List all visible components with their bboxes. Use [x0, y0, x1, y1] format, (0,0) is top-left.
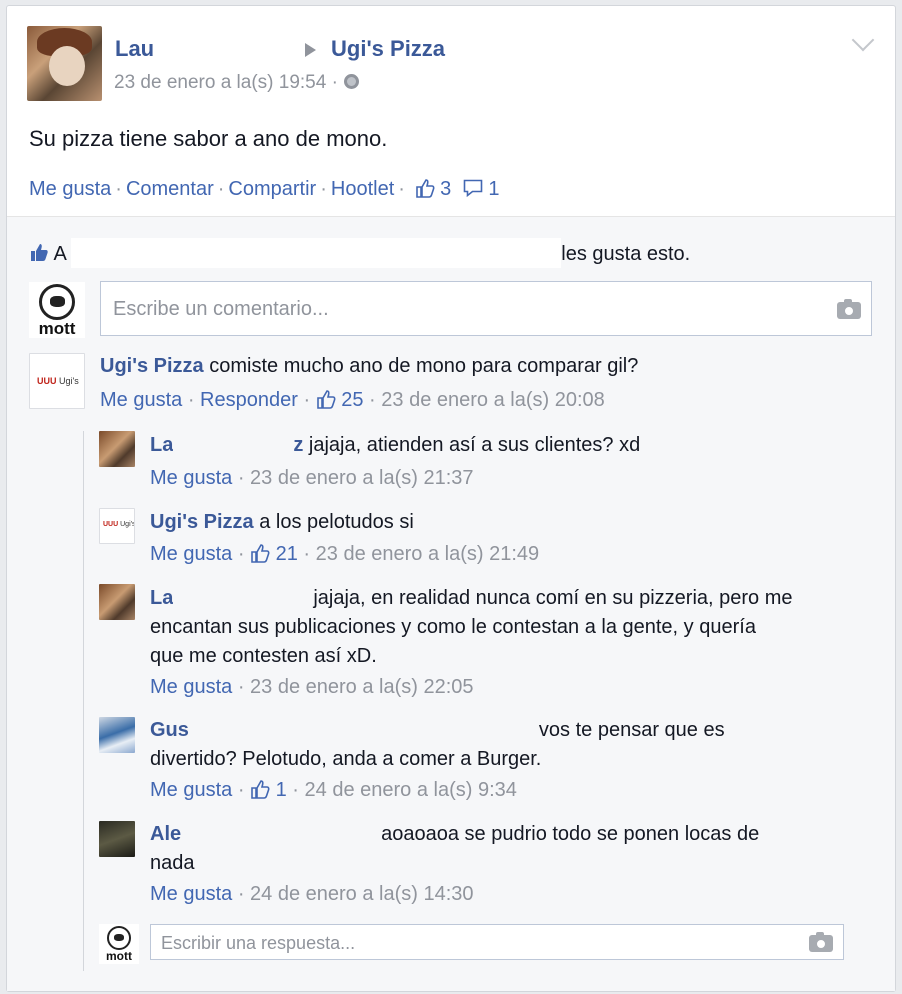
reply-thread-rail: [83, 431, 84, 971]
globe-icon: [343, 74, 359, 89]
reply-avatar[interactable]: [99, 821, 135, 857]
reply-timestamp[interactable]: 23 de enero a la(s) 21:49: [316, 543, 540, 565]
reply-like-link[interactable]: Me gusta: [150, 467, 232, 489]
reply-like-count[interactable]: 21: [276, 543, 298, 565]
reply-timestamp[interactable]: 23 de enero a la(s) 22:05: [250, 676, 474, 698]
comment-timestamp[interactable]: 23 de enero a la(s) 20:08: [381, 389, 605, 411]
like-badge-icon: [31, 244, 48, 261]
like-button[interactable]: Me gusta: [29, 178, 111, 200]
camera-icon[interactable]: [809, 932, 833, 952]
reply-input[interactable]: Escribir una respuesta...: [150, 924, 844, 960]
camera-icon[interactable]: [837, 299, 861, 319]
reply-meta: Me gusta · 23 de enero a la(s) 22:05: [150, 676, 474, 698]
reply-like-count[interactable]: 1: [276, 779, 287, 801]
comment-bubble-icon[interactable]: [463, 178, 483, 198]
reply-author[interactable]: Ale: [150, 823, 181, 845]
redacted-likers: [71, 238, 562, 268]
reply-link[interactable]: Responder: [200, 389, 298, 411]
redacted-name: [173, 584, 314, 610]
post-timestamp[interactable]: 23 de enero a la(s) 19:54 ·: [114, 72, 359, 94]
share-button[interactable]: Compartir: [228, 178, 316, 200]
post-card: Lau Ugi's Pizza 23 de enero a la(s) 19:5…: [6, 5, 896, 992]
reply-body: La jajaja, en realidad nunca comí en su p…: [150, 584, 793, 671]
reply-author[interactable]: La: [150, 434, 173, 456]
reply-body: Ale aoaoaoa se pudrio todo se ponen locas…: [150, 820, 759, 878]
thumbs-up-icon[interactable]: [250, 779, 270, 799]
reply-body: Gus vos te pensar que es divertido? Pelot…: [150, 716, 725, 774]
reply-author[interactable]: Gus: [150, 719, 189, 741]
reply-avatar[interactable]: [99, 431, 135, 467]
ugi-avatar[interactable]: UUU Ugi's: [99, 508, 135, 544]
likes-summary: A les gusta esto.: [29, 238, 690, 268]
comment-body: Ugi's Pizza comiste mucho ano de mono pa…: [100, 355, 639, 377]
post-author-name[interactable]: Lau: [115, 36, 154, 62]
redacted-name: [173, 431, 294, 457]
comment-author[interactable]: Ugi's Pizza: [100, 355, 204, 377]
reply-author[interactable]: Ugi's Pizza: [150, 511, 254, 533]
thumbs-up-icon[interactable]: [250, 543, 270, 563]
reply-like-link[interactable]: Me gusta: [150, 543, 232, 565]
reply-like-link[interactable]: Me gusta: [150, 676, 232, 698]
author-avatar[interactable]: [27, 26, 102, 101]
reply-body: La z jajaja, atienden así a sus clientes?…: [150, 431, 640, 460]
redacted-name: [188, 716, 539, 742]
post-actions: Me gusta · Comentar · Compartir · Hootlet · 3 1: [29, 178, 500, 200]
redacted-name: [157, 34, 297, 68]
reply-avatar[interactable]: [99, 584, 135, 620]
hootlet-button[interactable]: Hootlet: [331, 178, 394, 200]
comment-like-count[interactable]: 25: [341, 389, 363, 411]
comment-count[interactable]: 1: [488, 178, 499, 200]
share-arrow-icon: [305, 43, 316, 57]
post-page-link[interactable]: Ugi's Pizza: [331, 36, 445, 62]
user-avatar[interactable]: mott: [99, 924, 139, 964]
reply-meta: Me gusta · 21 · 23 de enero a la(s) 21:4…: [150, 543, 540, 565]
reply-timestamp[interactable]: 24 de enero a la(s) 9:34: [305, 779, 517, 801]
reply-like-link[interactable]: Me gusta: [150, 779, 232, 801]
redacted-name: [181, 820, 382, 846]
comment-button[interactable]: Comentar: [126, 178, 214, 200]
comment-input[interactable]: Escribe un comentario...: [100, 281, 872, 336]
reply-author[interactable]: La: [150, 587, 173, 609]
reply-meta: Me gusta · 23 de enero a la(s) 21:37: [150, 467, 474, 489]
comment-meta: Me gusta · Responder · 25 · 23 de enero …: [100, 389, 605, 411]
like-count[interactable]: 3: [440, 178, 451, 200]
comment-like-link[interactable]: Me gusta: [100, 389, 182, 411]
reply-avatar[interactable]: [99, 717, 135, 753]
reply-body: Ugi's Pizza a los pelotudos si: [150, 511, 414, 533]
reply-timestamp[interactable]: 23 de enero a la(s) 21:37: [250, 467, 474, 489]
post-text: Su pizza tiene sabor a ano de mono.: [29, 126, 388, 151]
thumbs-up-icon[interactable]: [316, 389, 336, 409]
reply-meta: Me gusta · 24 de enero a la(s) 14:30: [150, 883, 474, 905]
thumbs-up-icon[interactable]: [415, 178, 435, 198]
ugi-avatar[interactable]: UUU Ugi's: [29, 353, 85, 409]
reply-timestamp[interactable]: 24 de enero a la(s) 14:30: [250, 883, 474, 905]
reply-meta: Me gusta · 1 · 24 de enero a la(s) 9:34: [150, 779, 517, 801]
chevron-down-icon[interactable]: [851, 28, 875, 52]
user-avatar[interactable]: mott: [29, 282, 85, 338]
reply-like-link[interactable]: Me gusta: [150, 883, 232, 905]
